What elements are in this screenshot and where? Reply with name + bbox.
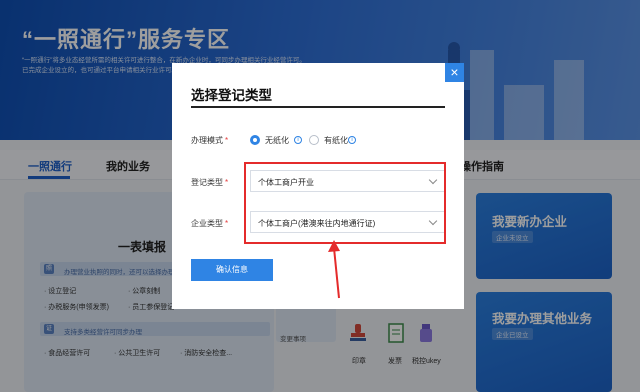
info-icon[interactable]: i (348, 136, 356, 144)
paper-radio[interactable] (309, 135, 319, 145)
required-mark: * (225, 219, 229, 228)
close-icon[interactable]: × (445, 63, 464, 82)
arrow-annotation (328, 240, 340, 299)
highlight-box (244, 162, 446, 244)
confirm-button[interactable]: 确认信息 (191, 259, 273, 281)
required-mark: * (225, 136, 229, 145)
title-divider (191, 106, 445, 108)
enterprise-type-label: 企业类型 * (191, 219, 229, 228)
required-mark: * (225, 178, 229, 187)
paperless-radio[interactable] (250, 135, 260, 145)
registration-type-label: 登记类型 * (191, 178, 229, 187)
paperless-label[interactable]: 无纸化 (265, 135, 289, 146)
info-icon[interactable]: i (294, 136, 302, 144)
dialog-title: 选择登记类型 (191, 88, 272, 103)
paper-label[interactable]: 有纸化 (324, 135, 348, 146)
mode-label: 办理模式 * (191, 136, 229, 145)
